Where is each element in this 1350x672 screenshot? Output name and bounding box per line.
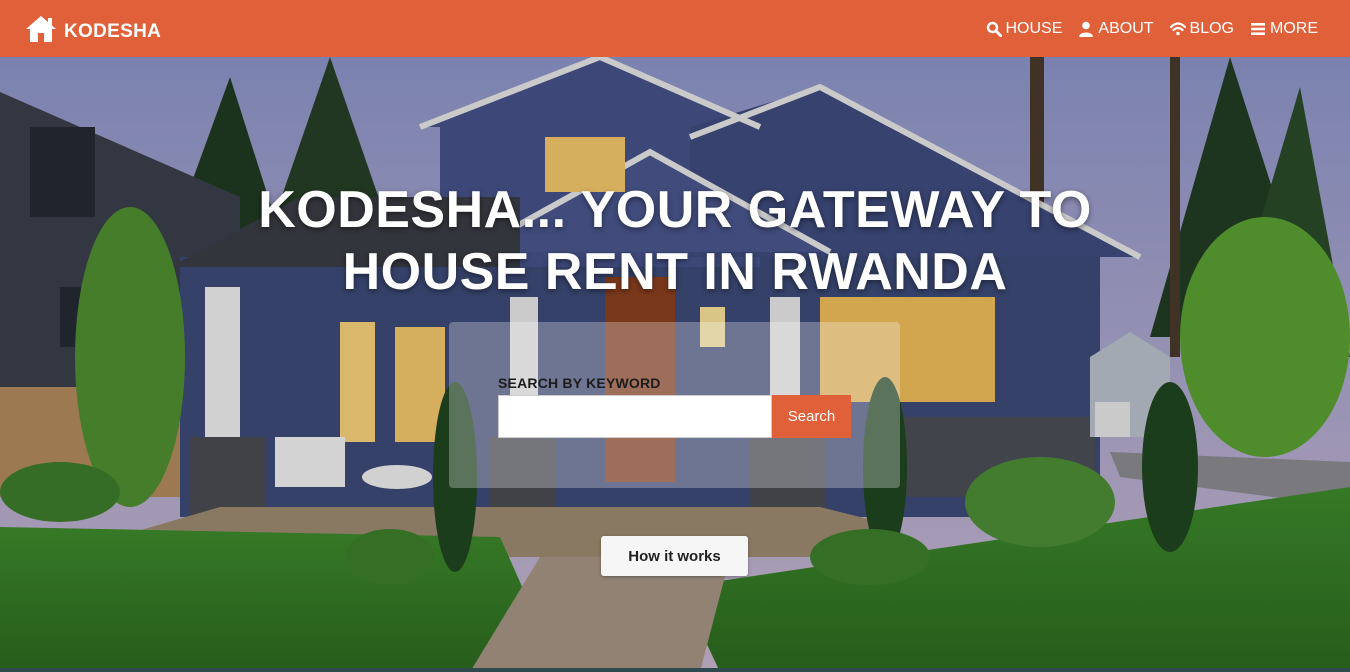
home-icon	[26, 15, 56, 42]
hero-title: KODESHA... YOUR GATEWAY TO HOUSE RENT IN…	[175, 179, 1175, 303]
nav-label-more: MORE	[1270, 19, 1318, 37]
hero-title-line-1: KODESHA... YOUR GATEWAY TO	[258, 181, 1092, 239]
brand-link[interactable]: KODESHA	[24, 14, 161, 44]
hero-section: KODESHA... YOUR GATEWAY TO HOUSE RENT IN…	[0, 57, 1350, 672]
nav-item-more[interactable]: MORE	[1250, 20, 1318, 38]
nav-label-about: ABOUT	[1098, 19, 1154, 37]
how-it-works-button[interactable]: How it works	[601, 536, 748, 576]
search-panel: SEARCH BY KEYWORD Search	[449, 322, 900, 488]
search-input[interactable]	[498, 395, 772, 438]
menu-icon	[1251, 22, 1265, 35]
nav-item-blog[interactable]: BLOG	[1169, 19, 1234, 38]
nav-label-house: HOUSE	[1005, 19, 1063, 37]
hero-title-line-2: HOUSE RENT IN RWANDA	[342, 243, 1008, 301]
bottom-strip	[0, 668, 1350, 672]
nav-item-about[interactable]: ABOUT	[1078, 19, 1154, 38]
user-icon	[1079, 21, 1094, 37]
brand-name: KODESHA	[64, 20, 162, 42]
search-button[interactable]: Search	[772, 395, 851, 438]
navbar: KODESHA HOUSE ABOUT BLOG MORE	[0, 0, 1350, 57]
search-label: SEARCH BY KEYWORD	[498, 375, 661, 391]
nav-links: HOUSE ABOUT BLOG MORE	[986, 19, 1318, 38]
search-icon	[986, 21, 1002, 37]
nav-label-blog: BLOG	[1189, 19, 1234, 37]
wifi-icon	[1169, 21, 1186, 35]
nav-item-house[interactable]: HOUSE	[986, 19, 1063, 38]
